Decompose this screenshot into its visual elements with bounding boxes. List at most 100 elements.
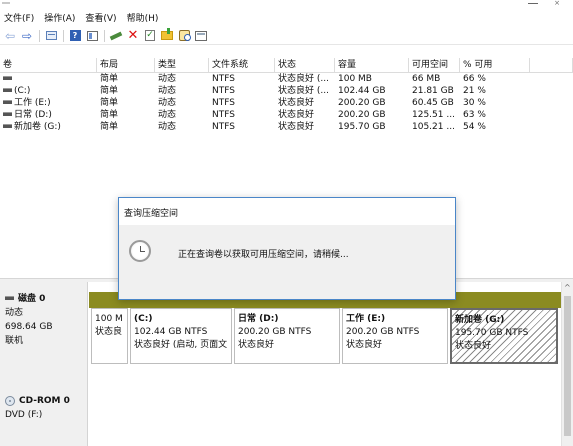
disk-name: 磁盘 0 xyxy=(18,294,46,304)
back-button[interactable]: ⇦ xyxy=(2,28,18,44)
type-cell: 动态 xyxy=(158,110,177,120)
table-row[interactable]: (C:) 简单 动态 NTFS 状态良好 (... 102.44 GB 21.8… xyxy=(0,85,573,97)
partition-c[interactable]: (C:) 102.44 GB NTFS 状态良好 (启动, 页面文 xyxy=(130,308,232,364)
type-cell: 动态 xyxy=(158,122,177,132)
column-header-status[interactable]: 状态 xyxy=(275,58,335,73)
dialog-body: 正在查询卷以获取可用压缩空间，请稍候... xyxy=(119,225,455,299)
table-row[interactable]: 日常 (D:) 简单 动态 NTFS 状态良好 200.20 GB 125.51… xyxy=(0,109,573,121)
volume-icon xyxy=(3,87,12,92)
partition-g-selected[interactable]: 新加卷 (G:) 195.70 GB NTFS 状态良好 xyxy=(450,308,558,364)
column-header-free-space[interactable]: 可用空间 xyxy=(409,58,460,73)
partition-e[interactable]: 工作 (E:) 200.20 GB NTFS 状态良好 xyxy=(342,308,448,364)
partition-size: 200.20 GB NTFS xyxy=(238,327,312,337)
volume-cell: 日常 (D:) xyxy=(0,109,97,121)
scroll-up-icon[interactable]: ^ xyxy=(564,284,571,292)
menu-file[interactable]: 文件(F) xyxy=(4,11,34,24)
new-folder-button[interactable] xyxy=(159,28,175,44)
check-button[interactable]: ✓ xyxy=(142,28,158,44)
disk-graphical-view: 磁盘 0 动态 698.64 GB 联机 100 M 状态良 (C:) 102.… xyxy=(0,282,561,446)
clock-icon xyxy=(129,240,151,262)
column-header-blank[interactable] xyxy=(530,58,573,73)
back-arrow-icon: ⇦ xyxy=(4,28,16,43)
table-row[interactable]: 简单 动态 NTFS 状态良好 (... 100 MB 66 MB 66 % xyxy=(0,73,573,85)
connect-button[interactable] xyxy=(108,28,124,44)
dialog-message: 正在查询卷以获取可用压缩空间，请稍候... xyxy=(178,250,349,260)
free-space-cell: 21.81 GB xyxy=(412,86,454,96)
help-icon: ? xyxy=(69,30,81,41)
layout-cell: 简单 xyxy=(100,74,119,84)
volume-icon xyxy=(3,75,12,80)
cdrom-0-label[interactable]: CD-ROM 0 DVD (F:) xyxy=(0,384,88,446)
delete-button[interactable]: ✕ xyxy=(125,28,141,44)
title-bar-remnant: × xyxy=(0,0,573,8)
free-space-cell: 60.45 GB xyxy=(412,98,454,108)
view-icon xyxy=(195,30,207,41)
view-button[interactable] xyxy=(193,28,209,44)
help-button[interactable]: ? xyxy=(67,28,83,44)
partition-status: 状态良 xyxy=(95,327,123,337)
menu-bar: 文件(F) 操作(A) 查看(V) 帮助(H) xyxy=(0,8,573,26)
capacity-cell: 195.70 GB xyxy=(338,122,386,132)
dialog-title: 查询压缩空间 xyxy=(124,209,179,219)
close-window-icon[interactable]: × xyxy=(552,0,562,7)
status-cell: 状态良好 (... xyxy=(278,86,329,96)
partition-status: 状态良好 xyxy=(238,340,275,350)
partition-title: (C:) xyxy=(134,314,153,324)
percent-free-cell: 30 % xyxy=(463,98,486,108)
properties-button[interactable] xyxy=(84,28,100,44)
partition-d[interactable]: 日常 (D:) 200.20 GB NTFS 状态良好 xyxy=(234,308,340,364)
percent-free-cell: 21 % xyxy=(463,86,486,96)
menu-help[interactable]: 帮助(H) xyxy=(127,11,159,24)
connect-icon xyxy=(109,31,123,40)
volume-list: 卷 布局 类型 文件系统 状态 容量 可用空间 % 可用 简单 动态 NTFS … xyxy=(0,58,573,133)
volume-cell: 工作 (E:) xyxy=(0,97,97,109)
disk-list-button[interactable] xyxy=(43,28,59,44)
volume-cell xyxy=(0,73,97,85)
menu-view[interactable]: 查看(V) xyxy=(85,11,116,24)
filesystem-cell: NTFS xyxy=(212,86,235,96)
layout-cell: 简单 xyxy=(100,122,119,132)
partition-status: 状态良好 xyxy=(346,340,383,350)
volume-cell: (C:) xyxy=(0,85,97,97)
column-header-filesystem[interactable]: 文件系统 xyxy=(209,58,275,73)
volume-icon xyxy=(3,99,12,104)
column-header-type[interactable]: 类型 xyxy=(155,58,209,73)
partition-system-reserved[interactable]: 100 M 状态良 xyxy=(91,308,128,364)
column-header-capacity[interactable]: 容量 xyxy=(335,58,409,73)
table-row[interactable]: 新加卷 (G:) 简单 动态 NTFS 状态良好 195.70 GB 105.2… xyxy=(0,121,573,133)
partition-status: 状态良好 (启动, 页面文 xyxy=(134,340,228,350)
disk-type: 动态 xyxy=(5,308,24,318)
volume-name: (C:) xyxy=(14,86,31,96)
delete-icon: ✕ xyxy=(127,28,139,43)
percent-free-cell: 66 % xyxy=(463,74,486,84)
minimize-icon[interactable] xyxy=(528,0,538,4)
disk-view-scrollbar[interactable]: ^ xyxy=(561,282,573,446)
scrollbar-thumb[interactable] xyxy=(564,296,571,436)
volume-icon xyxy=(3,111,12,116)
partition-size: 200.20 GB NTFS xyxy=(346,327,420,337)
percent-free-cell: 63 % xyxy=(463,110,486,120)
status-cell: 状态良好 xyxy=(278,110,315,120)
column-header-volume[interactable]: 卷 xyxy=(0,58,97,73)
layout-cell: 简单 xyxy=(100,98,119,108)
properties-icon xyxy=(86,30,98,41)
capacity-cell: 102.44 GB xyxy=(338,86,386,96)
volume-name: 工作 (E:) xyxy=(14,98,51,108)
filesystem-cell: NTFS xyxy=(212,98,235,108)
type-cell: 动态 xyxy=(158,74,177,84)
forward-arrow-icon: ⇨ xyxy=(21,28,33,43)
app-icon xyxy=(2,2,10,4)
search-button[interactable] xyxy=(176,28,192,44)
layout-cell: 简单 xyxy=(100,86,119,96)
type-cell: 动态 xyxy=(158,86,177,96)
disk-0-label[interactable]: 磁盘 0 动态 698.64 GB 联机 xyxy=(0,282,88,394)
menu-action[interactable]: 操作(A) xyxy=(44,11,75,24)
query-shrink-dialog: 查询压缩空间 正在查询卷以获取可用压缩空间，请稍候... xyxy=(118,197,456,300)
column-header-layout[interactable]: 布局 xyxy=(97,58,155,73)
table-row[interactable]: 工作 (E:) 简单 动态 NTFS 状态良好 200.20 GB 60.45 … xyxy=(0,97,573,109)
disk-row-cdrom: CD-ROM 0 DVD (F:) xyxy=(0,384,561,446)
column-header-percent-free[interactable]: % 可用 xyxy=(460,58,530,73)
cdrom-name: CD-ROM 0 xyxy=(19,396,70,406)
forward-button[interactable]: ⇨ xyxy=(19,28,35,44)
cdrom-drive: DVD (F:) xyxy=(5,410,43,420)
